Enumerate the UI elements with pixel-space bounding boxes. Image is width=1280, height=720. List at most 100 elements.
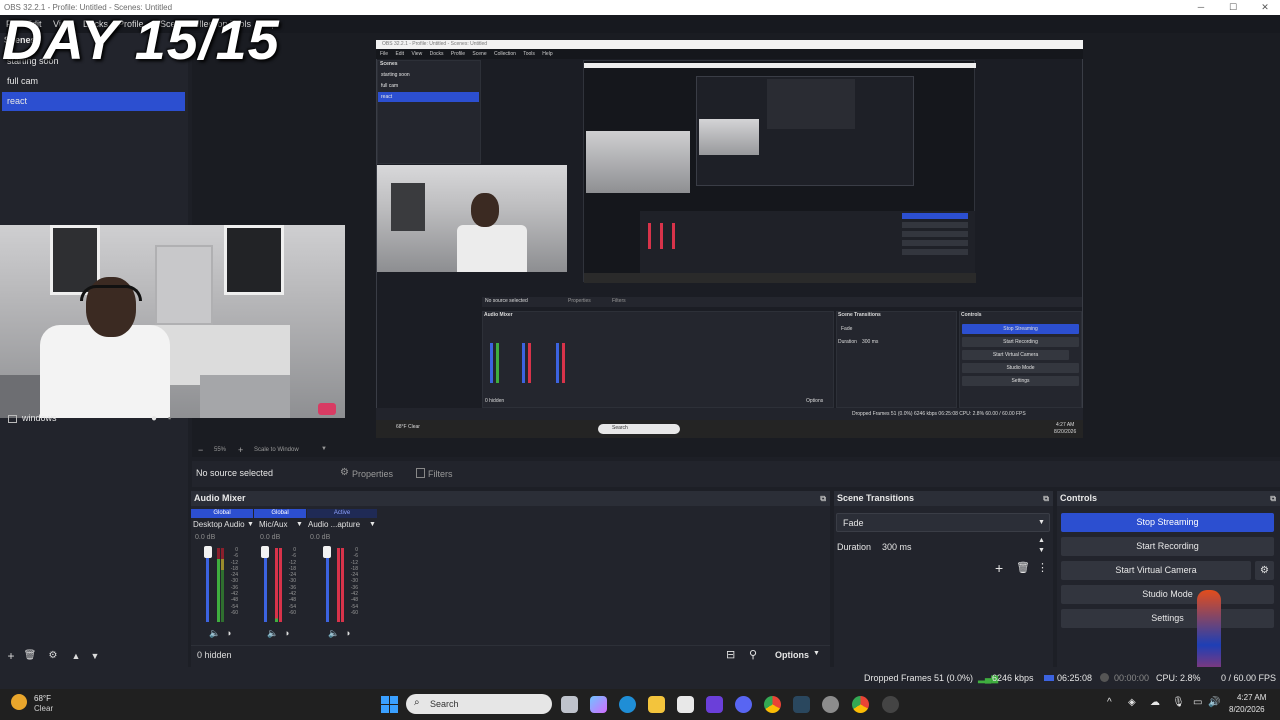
tray-cloud-icon[interactable]: ☁	[1150, 697, 1160, 708]
db-scale-3: 0 -6 -12 -18 -24 -30 -36 -42 -48 -54 -60	[349, 547, 358, 616]
chrome-icon-2[interactable]	[852, 696, 869, 713]
dock-float-icon[interactable]: ⧉	[1043, 491, 1049, 506]
move-up-icon[interactable]: ▲	[67, 647, 85, 665]
store-icon[interactable]	[677, 696, 694, 713]
source-item-windows[interactable]: windows	[22, 413, 57, 423]
steam-icon[interactable]	[793, 696, 810, 713]
mixer-group-global-1[interactable]: Global	[191, 509, 253, 518]
channel-name-mic-aux[interactable]: Mic/Aux	[259, 520, 287, 529]
transition-select[interactable]	[836, 513, 1050, 532]
volume-fader-knob-3[interactable]	[323, 546, 331, 558]
app-grid-icon[interactable]	[706, 696, 723, 713]
add-transition-icon[interactable]: +	[995, 560, 1003, 576]
inner-menu-bar: File Edit View Docks Profile Scene Colle…	[376, 49, 1083, 59]
taskbar-date[interactable]: 8/20/2026	[1229, 705, 1265, 714]
webcam-bedframe	[200, 375, 290, 418]
weather-temp[interactable]: 68°F	[34, 694, 51, 703]
options-chevron-icon[interactable]: ▼	[813, 650, 820, 657]
file-explorer-icon[interactable]	[648, 696, 665, 713]
volume-fader-knob-2[interactable]	[261, 546, 269, 558]
headphones-icon[interactable]: ◑	[345, 628, 350, 638]
audio-mixer-header: Audio Mixer ⧉	[191, 491, 830, 506]
channel-name-desktop-audio[interactable]: Desktop Audio	[193, 520, 245, 529]
microphone-icon[interactable]: 🎙	[1172, 697, 1185, 708]
properties-button[interactable]: Properties	[352, 466, 393, 482]
volume-fader-track-2[interactable]	[264, 548, 267, 622]
dock-float-icon[interactable]: ⧉	[820, 491, 826, 506]
mixer-group-active[interactable]: Active	[307, 509, 377, 518]
hidden-count[interactable]: 0 hidden	[197, 650, 232, 660]
scene-filters-gear-icon[interactable]: ⚙	[44, 647, 62, 665]
close-button[interactable]: ✕	[1250, 0, 1280, 15]
volume-fader-track-1[interactable]	[206, 548, 209, 622]
weather-desc[interactable]: Clear	[34, 704, 53, 713]
link-icon[interactable]: ⚲	[749, 648, 757, 661]
speaker-icon[interactable]: 🔈	[209, 628, 220, 639]
channel-2-dropdown-icon[interactable]: ▼	[296, 521, 303, 528]
headphones-icon[interactable]: ◑	[226, 628, 231, 638]
stop-streaming-button[interactable]: Stop Streaming	[1061, 513, 1274, 532]
maximize-button[interactable]: ☐	[1218, 0, 1248, 15]
channel-name-audio-capture[interactable]: Audio ...apture	[308, 520, 360, 529]
channel-2-db: 0.0 dB	[260, 534, 281, 541]
studio-mode-button[interactable]: Studio Mode	[1061, 585, 1274, 604]
weather-moon-icon[interactable]	[11, 694, 27, 710]
virtual-camera-settings-gear-icon[interactable]: ⚙	[1255, 561, 1274, 580]
windows-start-icon[interactable]	[381, 696, 398, 713]
remove-scene-icon[interactable]: 🗑	[21, 647, 39, 665]
volume-fader-track-3[interactable]	[326, 548, 329, 622]
edge-icon[interactable]	[619, 696, 636, 713]
scene-item-react[interactable]: react	[2, 92, 185, 111]
volume-fader-knob-1[interactable]	[204, 546, 212, 558]
dock-float-icon[interactable]: ⧉	[1270, 491, 1276, 506]
scale-mode-select[interactable]: Scale to Window	[254, 447, 299, 453]
duration-down-icon[interactable]: ▼	[1038, 547, 1045, 554]
visibility-eye-icon[interactable]: ●	[151, 413, 157, 424]
trash-icon[interactable]: 🗑	[1016, 561, 1030, 574]
scene-item-full-cam[interactable]: full cam	[2, 72, 185, 91]
channel-1-dropdown-icon[interactable]: ▼	[247, 521, 254, 528]
volume-icon[interactable]: 🔊	[1208, 697, 1220, 708]
tray-app-icon[interactable]: ◈	[1128, 697, 1136, 708]
mixer-group-global-2[interactable]: Global	[254, 509, 306, 518]
zoom-out-button[interactable]: −	[198, 445, 203, 455]
tray-chevron-icon[interactable]: ^	[1107, 697, 1112, 708]
filters-button[interactable]: Filters	[428, 466, 453, 482]
lock-icon[interactable]: ▪	[168, 413, 171, 423]
add-scene-icon[interactable]: +	[2, 647, 20, 665]
taskbar-search-box[interactable]	[406, 694, 552, 714]
channel-3-dropdown-icon[interactable]: ▼	[369, 521, 376, 528]
move-down-icon[interactable]: ▼	[86, 647, 104, 665]
level-meter-1	[217, 548, 220, 622]
options-button[interactable]: Options	[775, 650, 809, 660]
webcam-can	[318, 403, 336, 415]
search-icon: ⌕	[414, 697, 420, 708]
discord-icon[interactable]	[735, 696, 752, 713]
inner-meter-1	[496, 343, 499, 383]
inner-transition-fade: Fade	[841, 326, 853, 332]
speaker-icon[interactable]: 🔈	[267, 628, 278, 639]
nested-stop-streaming	[902, 213, 968, 219]
layout-icon[interactable]: ⊟	[726, 648, 735, 661]
duration-up-icon[interactable]: ▲	[1038, 537, 1045, 544]
obs-icon[interactable]	[882, 696, 899, 713]
copilot-icon[interactable]	[590, 696, 607, 713]
minimize-button[interactable]: ─	[1186, 0, 1216, 15]
headphones-icon[interactable]: ◑	[284, 628, 289, 638]
start-virtual-camera-button[interactable]: Start Virtual Camera	[1061, 561, 1251, 580]
cpu-usage: CPU: 2.8%	[1156, 673, 1201, 683]
speaker-icon[interactable]: 🔈	[328, 628, 339, 639]
network-icon[interactable]: ▭	[1193, 697, 1202, 708]
transition-chevron-icon[interactable]: ▼	[1038, 519, 1045, 526]
taskbar-time[interactable]: 4:27 AM	[1237, 693, 1266, 702]
settings-button[interactable]: Settings	[1061, 609, 1274, 628]
zoom-in-button[interactable]: +	[238, 445, 243, 455]
start-recording-button[interactable]: Start Recording	[1061, 537, 1274, 556]
level-meter-1b	[221, 548, 224, 622]
settings-gear-icon[interactable]	[822, 696, 839, 713]
nested-meter-1	[648, 223, 651, 249]
scale-mode-chevron-icon[interactable]: ▼	[321, 446, 327, 452]
chrome-icon[interactable]	[764, 696, 781, 713]
more-options-icon[interactable]: ⋮	[1037, 561, 1048, 574]
task-view-icon[interactable]	[561, 696, 578, 713]
